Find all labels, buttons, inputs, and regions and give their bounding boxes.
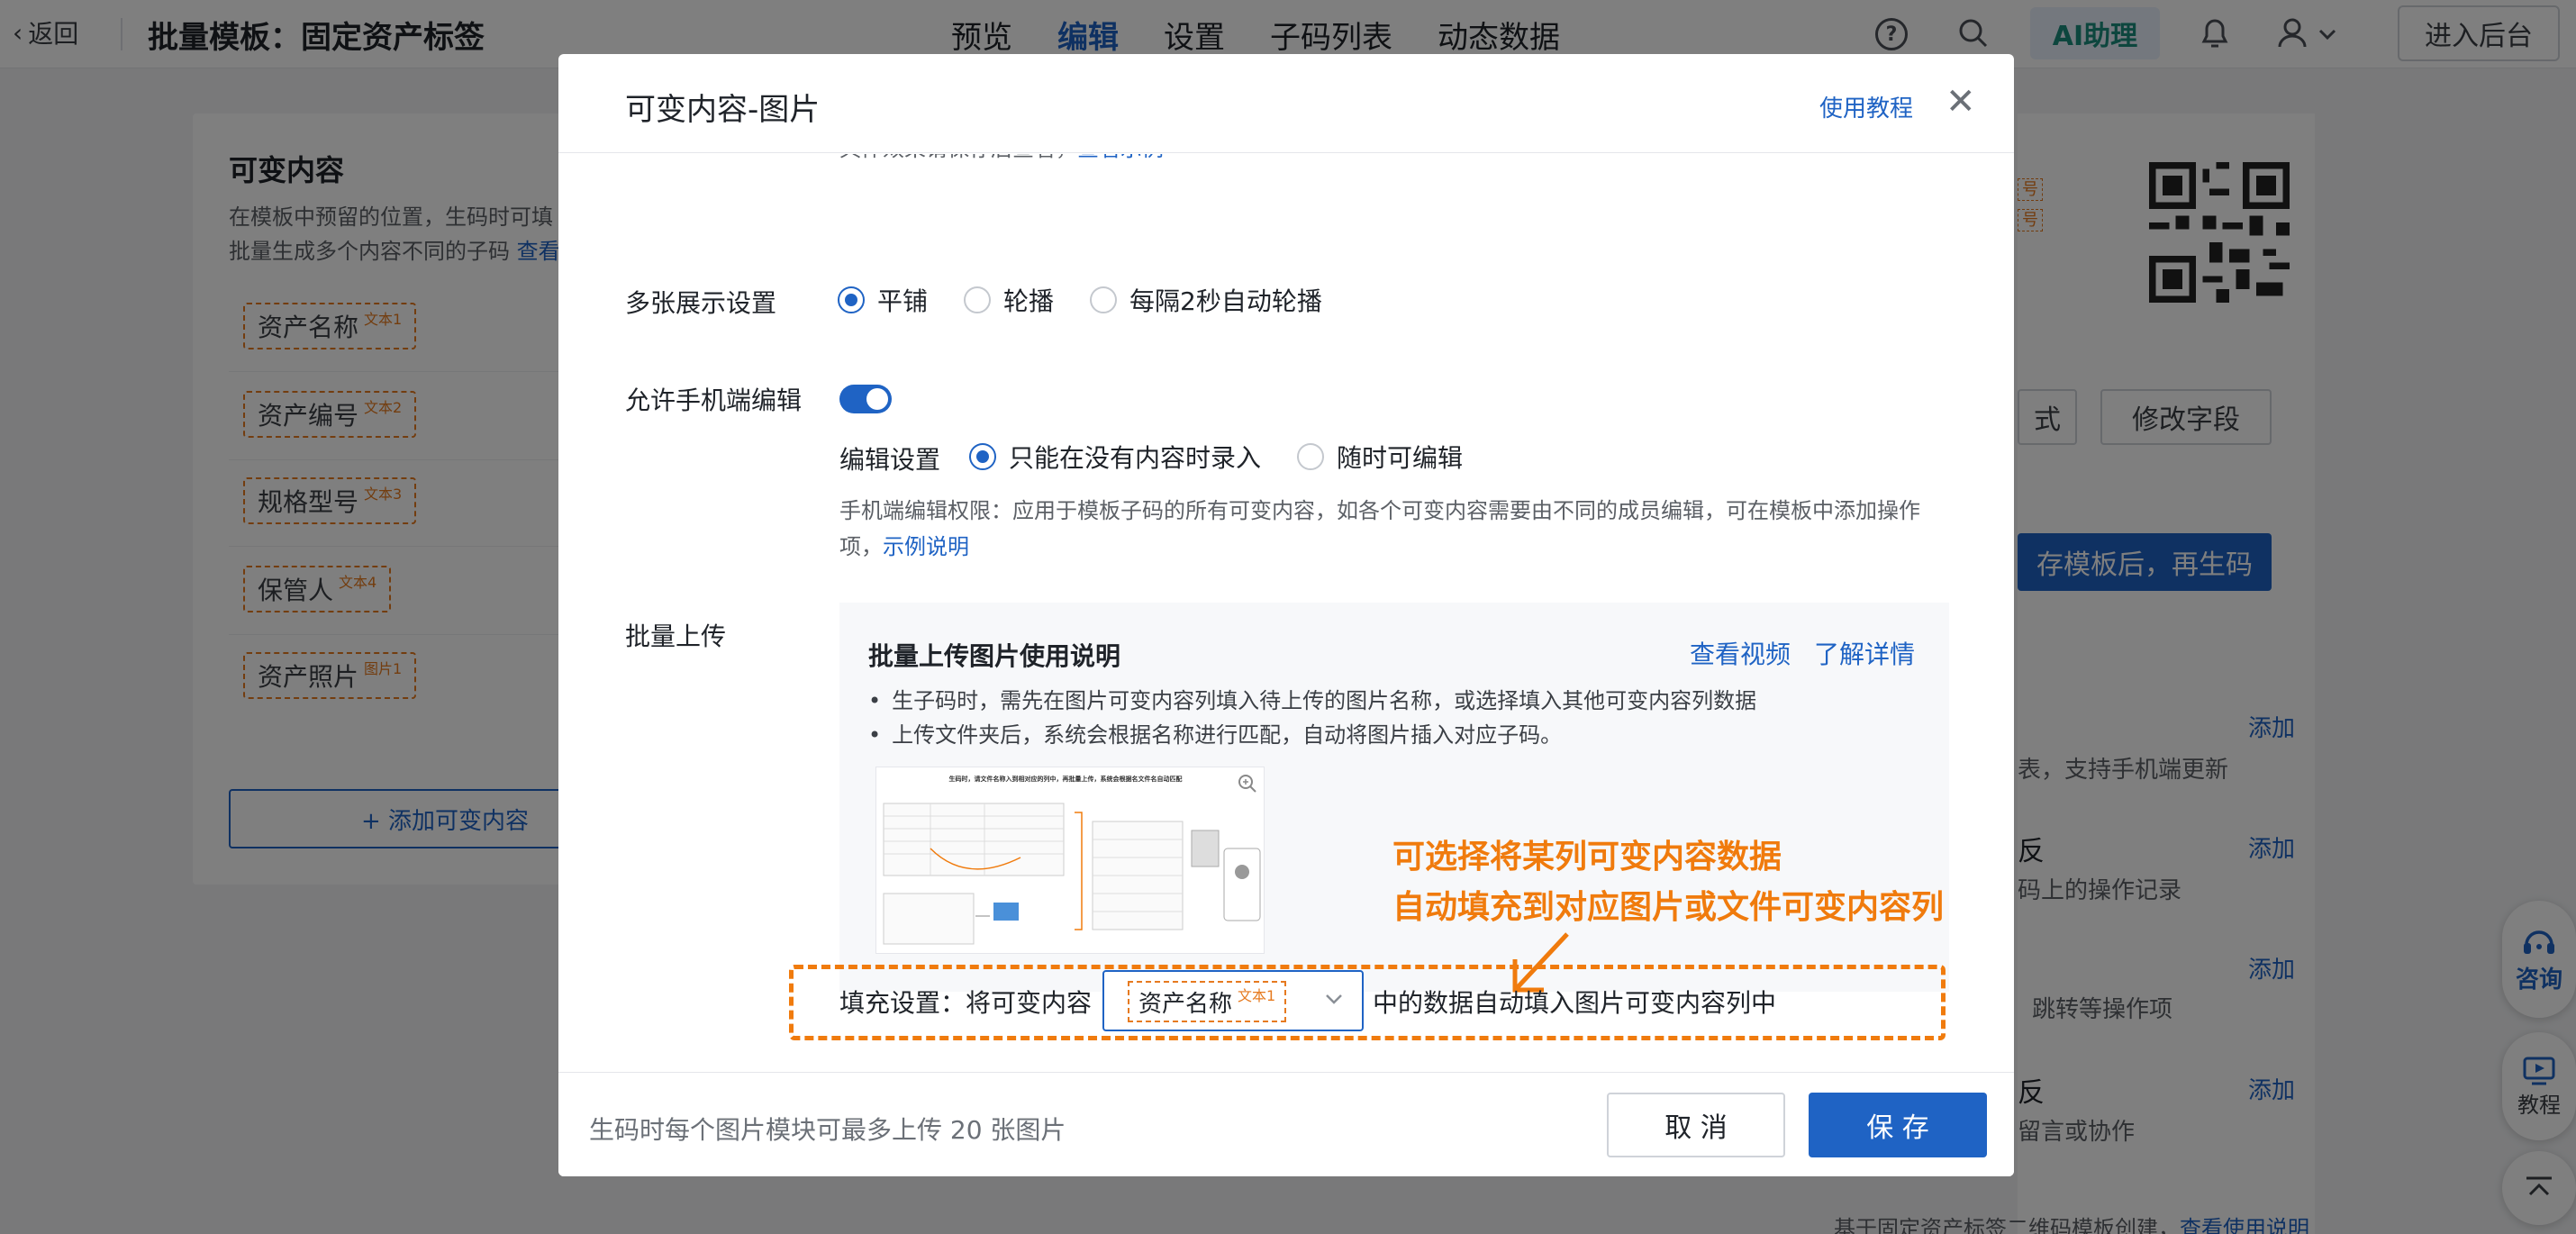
modal-header: 可变内容-图片 使用教程 ✕ — [558, 54, 2014, 153]
modal-footer: 生码时每个图片模块可最多上传 20 张图片 取 消 保 存 — [558, 1072, 2014, 1176]
modal-title: 可变内容-图片 — [625, 92, 821, 128]
instruction-thumbnail[interactable]: 生码时，请文件名称入到相对应的列中，再批量上传，系统会根据名文件名自动匹配 — [875, 767, 1265, 954]
annotation-text: 可选择将某列可变内容数据 自动填充到对应图片或文件可变内容列 — [1392, 839, 1945, 926]
thumbnail-caption: 生码时，请文件名称入到相对应的列中，再批量上传，系统会根据名文件名自动匹配 — [948, 776, 1183, 783]
view-video-link[interactable]: 查看视频 — [1690, 635, 1791, 671]
radio-unchecked-icon — [964, 286, 992, 313]
radio-only-empty[interactable]: 只能在没有内容时录入 — [969, 439, 1261, 475]
radio-unchecked-icon — [1297, 443, 1325, 470]
fill-setting-prefix: 填充设置：将可变内容 — [839, 988, 1093, 1018]
mobile-edit-toggle[interactable] — [839, 385, 892, 413]
radio-unchecked-icon — [1090, 286, 1118, 313]
radio-carousel[interactable]: 轮播 — [964, 282, 1054, 318]
image-variable-modal: 可变内容-图片 使用教程 ✕ 具体效果请保存后查看，查看示例 多张展示设置 平铺… — [558, 54, 2014, 1176]
selected-field-tag: 资产名称 文本1 — [1128, 981, 1287, 1022]
batch-upload-instructions: 批量上传图片使用说明 查看视频 了解详情 生子码时，需先在图片可变内容列填入待上… — [839, 603, 1949, 992]
instructions-list: 生子码时，需先在图片可变内容列填入待上传的图片名称，或选择填入其他可变内容列数据… — [868, 684, 1756, 752]
close-icon[interactable]: ✕ — [1946, 81, 1976, 122]
top-hint: 具体效果请保存后查看，查看示例 — [839, 154, 1164, 167]
mobile-edit-label: 允许手机端编辑 — [625, 386, 803, 415]
tutorial-link[interactable]: 使用教程 — [1819, 90, 1913, 123]
radio-checked-icon — [838, 286, 865, 313]
view-example-link[interactable]: 查看示例 — [1077, 154, 1164, 161]
batch-upload-label: 批量上传 — [625, 622, 727, 651]
mobile-edit-hint: 手机端编辑权限：应用于模板子码的所有可变内容，如各个可变内容需要由不同的成员编辑… — [839, 498, 1920, 559]
learn-more-link[interactable]: 了解详情 — [1814, 635, 1915, 671]
radio-anytime[interactable]: 随时可编辑 — [1297, 439, 1463, 475]
cancel-button[interactable]: 取 消 — [1607, 1093, 1785, 1157]
thumbnail-illustration — [883, 803, 1261, 945]
list-item: 上传文件夹后，系统会根据名称进行匹配，自动将图片插入对应子码。 — [868, 718, 1756, 752]
chevron-down-icon — [1324, 992, 1344, 1010]
fill-setting-suffix: 中的数据自动填入图片可变内容列中 — [1373, 988, 1777, 1018]
fill-source-select[interactable]: 资产名称 文本1 — [1102, 970, 1364, 1031]
radio-checked-icon — [969, 443, 996, 470]
list-item: 生子码时，需先在图片可变内容列填入待上传的图片名称，或选择填入其他可变内容列数据 — [868, 684, 1756, 718]
example-explain-link[interactable]: 示例说明 — [883, 534, 969, 559]
edit-setting-label: 编辑设置 — [839, 445, 941, 475]
radio-tile[interactable]: 平铺 — [838, 282, 928, 318]
save-button[interactable]: 保 存 — [1809, 1093, 1987, 1157]
instructions-title: 批量上传图片使用说明 — [868, 641, 1121, 671]
radio-auto-carousel[interactable]: 每隔2秒自动轮播 — [1090, 282, 1322, 318]
multi-display-radio-group: 平铺 轮播 每隔2秒自动轮播 — [838, 282, 1322, 318]
multi-display-label: 多张展示设置 — [625, 288, 777, 318]
footer-hint: 生码时每个图片模块可最多上传 20 张图片 — [589, 1115, 1066, 1145]
edit-setting-radio-group: 只能在没有内容时录入 随时可编辑 — [969, 439, 1463, 475]
